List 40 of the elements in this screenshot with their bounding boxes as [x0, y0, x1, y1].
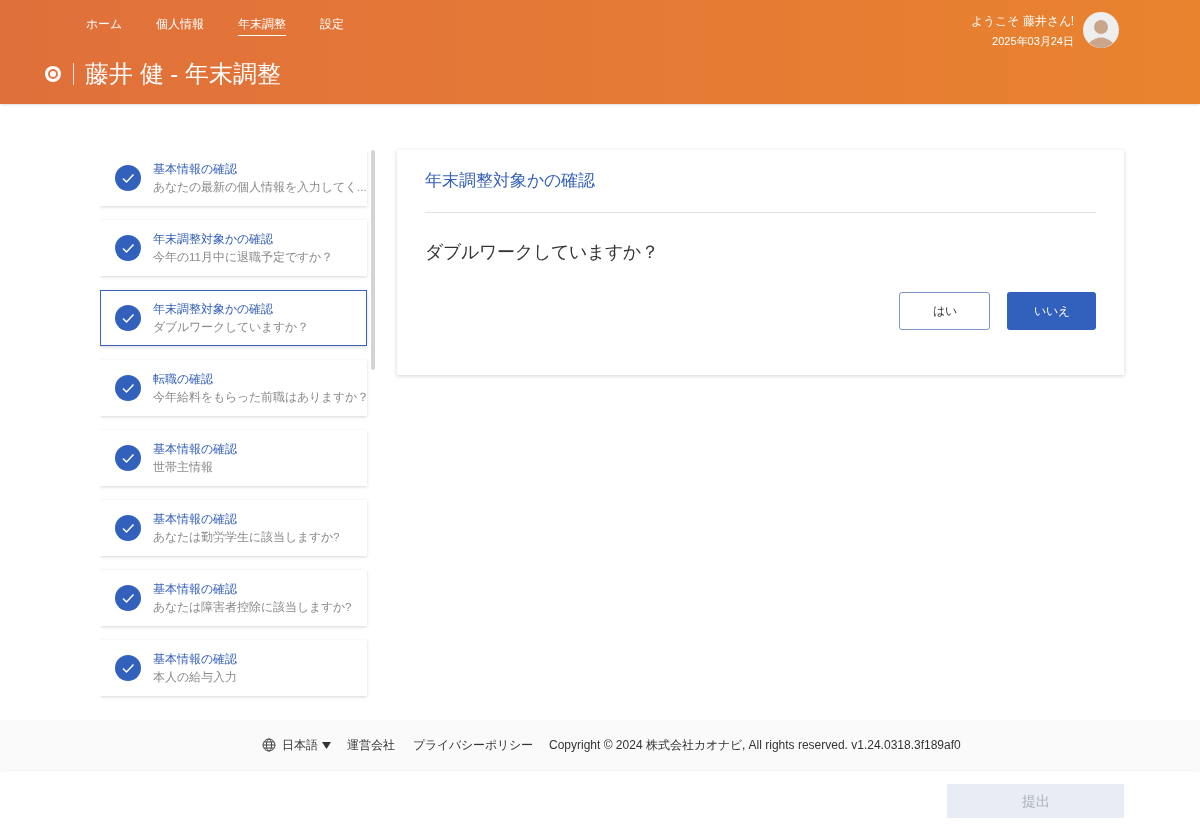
- welcome-text: ようこそ 藤井さん!: [971, 13, 1074, 30]
- copyright-text: Copyright © 2024 株式会社カオナビ, All rights reserved. v1.24.0318.3f189af0: [549, 737, 961, 754]
- step-card[interactable]: 基本情報の確認 世帯主情報: [100, 430, 367, 486]
- step-title: 基本情報の確認: [153, 510, 238, 528]
- date-text: 2025年03月24日: [992, 34, 1074, 49]
- page-title: 藤井 健 - 年末調整: [85, 59, 281, 89]
- step-card[interactable]: 基本情報の確認 本人の給与入力: [100, 640, 367, 696]
- step-card[interactable]: 基本情報の確認 あなたは勤労学生に該当しますか?: [100, 500, 367, 556]
- step-title: 基本情報の確認: [153, 440, 237, 458]
- answer-button[interactable]: いいえ: [1007, 291, 1096, 330]
- step-card[interactable]: 年末調整対象かの確認 ダブルワークしていますか？: [100, 290, 367, 346]
- step-card[interactable]: 基本情報の確認 あなたの最新の個人情報を入力してく...: [100, 150, 367, 206]
- footer-link[interactable]: 運営会社: [347, 736, 395, 754]
- step-card[interactable]: 基本情報の確認 あなたは障害者控除に該当しますか?: [100, 570, 367, 626]
- logo-icon: [44, 65, 62, 83]
- step-card[interactable]: 転職の確認 今年給料をもらった前職はありますか？: [100, 360, 367, 416]
- step-title: 年末調整対象かの確認: [153, 230, 274, 248]
- step-title: 基本情報の確認: [153, 580, 238, 598]
- step-title: 基本情報の確認: [153, 160, 238, 178]
- question-text: ダブルワークしていますか？: [425, 240, 660, 264]
- step-subtitle: あなたは勤労学生に該当しますか?: [153, 529, 340, 546]
- step-subtitle: 本人の給与入力: [153, 669, 237, 685]
- step-title: 年末調整対象かの確認: [153, 300, 274, 318]
- card-heading: 年末調整対象かの確認: [425, 168, 1096, 213]
- step-subtitle: ダブルワークしていますか？: [153, 319, 309, 335]
- globe-icon: [262, 738, 276, 752]
- avatar-icon[interactable]: [1083, 12, 1119, 48]
- step-title: 転職の確認: [153, 370, 214, 388]
- step-subtitle: あなたの最新の個人情報を入力してく...: [153, 179, 367, 196]
- step-subtitle: 今年給料をもらった前職はありますか？: [153, 389, 369, 405]
- scrollbar[interactable]: [371, 150, 375, 370]
- language-selector[interactable]: 日本語: [282, 736, 331, 754]
- step-card[interactable]: 年末調整対象かの確認 今年の11月中に退職予定ですか？: [100, 220, 367, 276]
- step-subtitle: あなたは障害者控除に該当しますか?: [153, 599, 352, 616]
- answer-button[interactable]: はい: [899, 291, 990, 330]
- step-title: 基本情報の確認: [153, 650, 237, 668]
- footer-link[interactable]: プライバシーポリシー: [413, 736, 533, 754]
- step-subtitle: 今年の11月中に退職予定ですか？: [153, 249, 333, 265]
- step-subtitle: 世帯主情報: [153, 459, 214, 475]
- dropdown-caret-icon: [322, 741, 331, 749]
